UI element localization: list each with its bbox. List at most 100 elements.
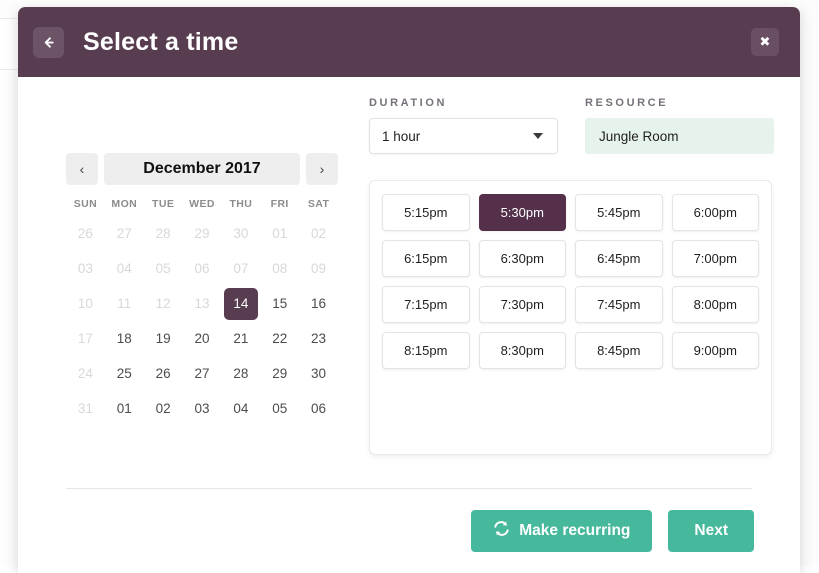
calendar-day-label: 30 [224,218,258,250]
footer-divider [66,488,752,489]
resource-value-box[interactable]: Jungle Room [585,118,774,154]
time-slot-button[interactable]: 6:30pm [479,240,567,277]
calendar-weekday-tue: TUE [144,198,183,210]
calendar-day-grid: 2627282930010203040506070809101112131415… [66,216,338,426]
resource-field: RESOURCE Jungle Room [585,97,774,154]
calendar-day-cell[interactable]: 15 [260,286,299,321]
next-button[interactable]: Next [668,510,754,552]
calendar-day-cell[interactable]: 29 [260,356,299,391]
calendar-day-cell: 09 [299,251,338,286]
time-slot-button[interactable]: 5:45pm [575,194,663,231]
calendar-prev-month-button[interactable]: ‹ [66,153,98,185]
time-slot-button[interactable]: 6:15pm [382,240,470,277]
calendar-day-label: 28 [146,218,180,250]
background-left-strip [0,0,18,565]
time-slot-button[interactable]: 8:45pm [575,332,663,369]
calendar-day-label: 03 [68,253,102,285]
arrow-left-icon [41,35,56,50]
refresh-cycle-icon [493,520,510,542]
calendar-day-label: 21 [224,323,258,355]
time-slots-panel: 5:15pm5:30pm5:45pm6:00pm 6:15pm6:30pm6:45… [369,180,772,455]
calendar-day-cell[interactable]: 18 [105,321,144,356]
time-slot-button[interactable]: 7:00pm [672,240,760,277]
calendar-day-label: 29 [263,358,297,390]
back-button[interactable] [33,27,64,58]
calendar-day-label: 18 [107,323,141,355]
calendar-day-label: 14 [224,288,258,320]
calendar-day-cell: 02 [299,216,338,251]
calendar-day-label: 10 [68,288,102,320]
calendar-day-cell: 27 [105,216,144,251]
calendar-weekday-header: SUNMONTUEWEDTHUFRISAT [66,198,338,210]
time-slot-button[interactable]: 6:00pm [672,194,760,231]
calendar-day-cell: 07 [221,251,260,286]
calendar-day-cell[interactable]: 27 [183,356,222,391]
time-slot-button[interactable]: 7:30pm [479,286,567,323]
close-icon[interactable]: ✖ [751,28,779,56]
calendar-day-cell[interactable]: 20 [183,321,222,356]
time-slot-button[interactable]: 5:15pm [382,194,470,231]
make-recurring-button[interactable]: Make recurring [471,510,652,552]
calendar-next-month-button[interactable]: › [306,153,338,185]
time-slot-button[interactable]: 7:15pm [382,286,470,323]
calendar-day-label: 15 [263,288,297,320]
calendar-day-label: 24 [68,358,102,390]
footer-actions: Make recurring Next [471,510,754,552]
calendar-day-cell: 11 [105,286,144,321]
duration-label: DURATION [369,97,558,109]
resource-label: RESOURCE [585,97,774,109]
calendar-day-cell[interactable]: 28 [221,356,260,391]
chevron-down-icon [533,133,543,139]
calendar-day-label: 28 [224,358,258,390]
time-slot-button[interactable]: 9:00pm [672,332,760,369]
calendar-day-label: 11 [107,288,141,320]
time-slot-button[interactable]: 8:15pm [382,332,470,369]
calendar-day-cell[interactable]: 21 [221,321,260,356]
time-slot-button[interactable]: 8:30pm [479,332,567,369]
calendar-day-label: 26 [146,358,180,390]
calendar-day-label: 19 [146,323,180,355]
calendar-day-cell[interactable]: 23 [299,321,338,356]
duration-select[interactable]: 1 hour [369,118,558,154]
calendar-day-cell: 04 [105,251,144,286]
duration-value: 1 hour [382,129,420,144]
calendar-day-cell: 29 [183,216,222,251]
modal-footer: Make recurring Next [18,419,800,509]
time-slots-grid: 5:15pm5:30pm5:45pm6:00pm 6:15pm6:30pm6:45… [382,194,759,369]
calendar-day-label: 27 [107,218,141,250]
calendar-day-label: 08 [263,253,297,285]
calendar-day-cell: 13 [183,286,222,321]
calendar-day-label: 17 [68,323,102,355]
calendar-day-cell: 05 [144,251,183,286]
calendar-day-cell[interactable]: 25 [105,356,144,391]
calendar-day-cell[interactable]: 22 [260,321,299,356]
calendar-day-label: 26 [68,218,102,250]
calendar-day-cell[interactable]: 14 [221,286,260,321]
calendar-day-cell[interactable]: 30 [299,356,338,391]
calendar-day-cell: 12 [144,286,183,321]
calendar-day-label: 04 [107,253,141,285]
calendar-day-cell: 08 [260,251,299,286]
calendar-day-label: 02 [302,218,336,250]
modal-header: Select a time ✖ [18,7,800,77]
time-slot-button[interactable]: 5:30pm [479,194,567,231]
calendar-day-cell: 26 [66,216,105,251]
background-card-edge [0,18,18,70]
make-recurring-label: Make recurring [519,522,630,540]
time-slot-button[interactable]: 8:00pm [672,286,760,323]
time-slot-button[interactable]: 6:45pm [575,240,663,277]
calendar-weekday-thu: THU [221,198,260,210]
background-right-strip [800,0,819,565]
time-slot-button[interactable]: 7:45pm [575,286,663,323]
calendar: ‹ December 2017 › SUNMONTUEWEDTHUFRISAT … [66,153,338,426]
calendar-day-cell[interactable]: 19 [144,321,183,356]
calendar-day-cell: 06 [183,251,222,286]
calendar-day-cell[interactable]: 26 [144,356,183,391]
calendar-day-label: 20 [185,323,219,355]
calendar-day-label: 06 [185,253,219,285]
page-title: Select a time [83,26,238,59]
calendar-weekday-fri: FRI [260,198,299,210]
duration-field: DURATION 1 hour [369,97,558,154]
calendar-day-cell[interactable]: 16 [299,286,338,321]
calendar-day-cell: 03 [66,251,105,286]
